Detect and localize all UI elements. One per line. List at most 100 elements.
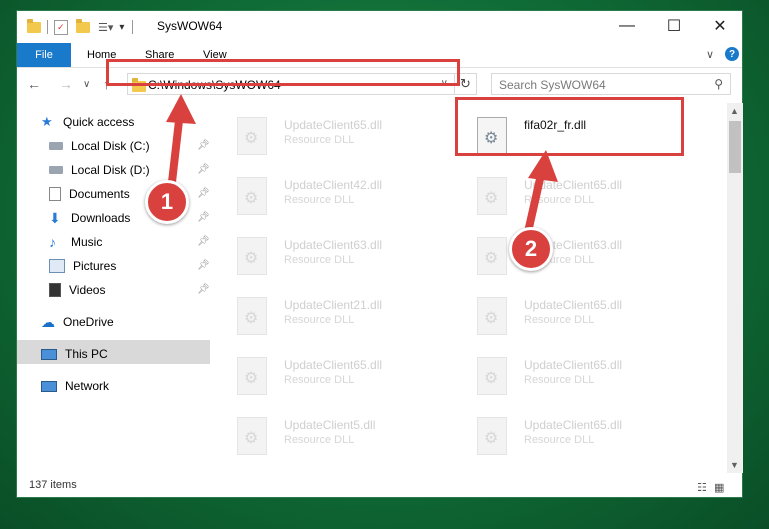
- sidebar-item-label: Pictures: [73, 259, 117, 273]
- file-name: UpdateClient5.dll: [284, 418, 376, 432]
- dll-file-icon: [237, 117, 267, 155]
- chevron-down-icon[interactable]: ▾: [119, 22, 124, 33]
- file-item[interactable]: UpdateClient65.dll Resource DLL: [457, 349, 677, 405]
- file-item[interactable]: UpdateClient63.dll Resource DLL: [217, 229, 437, 285]
- sidebar-item-downloads[interactable]: ⬇ Downloads: [49, 207, 130, 229]
- sidebar-item-label: Downloads: [71, 211, 131, 225]
- file-item[interactable]: UpdateClient65.dll Resource DLL: [217, 109, 437, 165]
- pin-icon: 📌︎: [197, 188, 210, 199]
- file-name: UpdateClient65.dll: [524, 358, 623, 372]
- sidebar-item-label: Quick access: [63, 115, 135, 129]
- file-name: UpdateClient65.dll: [524, 418, 623, 432]
- dll-file-icon: [237, 177, 267, 215]
- drive-icon: [49, 166, 63, 174]
- network-icon: [41, 380, 57, 392]
- search-placeholder: Search SysWOW64: [499, 78, 606, 92]
- scroll-thumb[interactable]: [729, 121, 741, 173]
- scroll-down-icon[interactable]: ▼: [730, 460, 739, 470]
- file-item[interactable]: UpdateClient5.dll Resource DLL: [217, 409, 437, 465]
- file-type: Resource DLL: [284, 374, 355, 386]
- sidebar-item-pictures[interactable]: Pictures: [49, 255, 116, 277]
- dll-file-icon: [237, 417, 267, 455]
- file-name: UpdateClient42.dll: [284, 178, 383, 192]
- toolbar-divider: [47, 20, 48, 34]
- file-highlight-frame: [455, 97, 684, 156]
- file-type: Resource DLL: [524, 434, 595, 446]
- pin-icon: 📌︎: [197, 284, 210, 295]
- dll-file-icon: [237, 297, 267, 335]
- sidebar-item-this-pc[interactable]: This PC: [41, 343, 108, 365]
- ribbon-expand-icon[interactable]: ∨: [706, 48, 714, 61]
- sidebar-item-label: Local Disk (D:): [71, 163, 150, 177]
- file-item[interactable]: UpdateClient42.dll Resource DLL: [217, 169, 437, 225]
- file-type: Resource DLL: [524, 374, 595, 386]
- file-item[interactable]: UpdateClient21.dll Resource DLL: [217, 289, 437, 345]
- dll-file-icon: [237, 237, 267, 275]
- sidebar-item-label: Local Disk (C:): [71, 139, 150, 153]
- folder-icon[interactable]: [27, 18, 41, 33]
- view-toggle: ☷ ▦: [697, 481, 724, 494]
- search-icon: ⚲: [714, 77, 723, 91]
- sidebar-item-quick-access[interactable]: ★ Quick access: [41, 111, 134, 133]
- pin-icon: 📌︎: [197, 260, 210, 271]
- tab-file[interactable]: File: [17, 43, 71, 67]
- file-name: UpdateClient65.dll: [284, 118, 383, 132]
- toolbar-divider: [132, 20, 134, 34]
- file-item[interactable]: UpdateClient63.dll Resource DLL: [457, 229, 677, 285]
- sidebar-item-local-disk-d[interactable]: Local Disk (D:): [49, 159, 150, 181]
- sidebar-item-label: Music: [71, 235, 103, 249]
- file-item[interactable]: UpdateClient65.dll Resource DLL: [457, 169, 677, 225]
- vertical-scrollbar[interactable]: ▲ ▼: [727, 103, 743, 473]
- file-name: UpdateClient21.dll: [284, 298, 383, 312]
- pin-icon: 📌︎: [197, 164, 210, 175]
- documents-icon: [49, 187, 61, 201]
- drive-icon: [49, 142, 63, 150]
- properties-icon[interactable]: ✓: [54, 19, 68, 35]
- help-icon[interactable]: ?: [725, 47, 739, 61]
- music-icon: ♪: [49, 234, 56, 250]
- pin-icon: 📌︎: [197, 236, 210, 247]
- star-icon: ★: [41, 114, 53, 129]
- window-title: SysWOW64: [157, 19, 223, 33]
- forward-button[interactable]: →: [59, 76, 73, 92]
- customize-icon[interactable]: ☰▾: [98, 21, 113, 34]
- large-icons-view-icon[interactable]: ▦: [714, 482, 724, 494]
- file-item[interactable]: UpdateClient65.dll Resource DLL: [457, 289, 677, 345]
- file-item[interactable]: UpdateClient65.dll Resource DLL: [217, 349, 437, 405]
- file-item[interactable]: UpdateClient65.dll Resource DLL: [457, 409, 677, 465]
- details-view-icon[interactable]: ☷: [697, 482, 707, 494]
- maximize-button[interactable]: ☐: [651, 11, 697, 41]
- navigation-pane: ★ Quick access Local Disk (C:) 📌︎ Local …: [17, 103, 212, 473]
- sidebar-item-music[interactable]: ♪ Music: [49, 231, 102, 253]
- file-type: Resource DLL: [524, 194, 595, 206]
- download-icon: ⬇: [49, 210, 61, 226]
- dll-file-icon: [477, 417, 507, 455]
- sidebar-item-onedrive[interactable]: ☁ OneDrive: [41, 311, 114, 333]
- search-input[interactable]: Search SysWOW64 ⚲: [491, 73, 731, 95]
- sidebar-item-network[interactable]: Network: [41, 375, 109, 397]
- new-folder-icon[interactable]: [76, 18, 90, 33]
- file-name: UpdateClient63.dll: [284, 238, 383, 252]
- sidebar-item-videos[interactable]: Videos: [49, 279, 105, 301]
- dll-file-icon: [477, 237, 507, 275]
- file-name: UpdateClient65.dll: [524, 178, 623, 192]
- sidebar-item-documents[interactable]: Documents: [49, 183, 130, 205]
- videos-icon: [49, 283, 61, 297]
- recent-locations-button[interactable]: ∨: [83, 79, 90, 90]
- file-name: UpdateClient65.dll: [524, 298, 623, 312]
- address-highlight-frame: [106, 59, 460, 86]
- sidebar-item-local-disk-c[interactable]: Local Disk (C:): [49, 135, 150, 157]
- close-button[interactable]: ✕: [697, 11, 743, 41]
- sidebar-item-label: Videos: [69, 283, 106, 297]
- file-type: Resource DLL: [284, 254, 355, 266]
- dll-file-icon: [477, 297, 507, 335]
- scroll-up-icon[interactable]: ▲: [730, 106, 739, 116]
- minimize-button[interactable]: —: [604, 11, 650, 41]
- file-list: UpdateClient65.dll Resource DLL fifa02r_…: [217, 103, 727, 473]
- sidebar-item-label: This PC: [65, 347, 108, 361]
- computer-icon: [41, 348, 57, 360]
- file-type: Resource DLL: [284, 134, 355, 146]
- pin-icon: 📌︎: [197, 140, 210, 151]
- back-button[interactable]: ←: [27, 76, 41, 92]
- pictures-icon: [49, 259, 65, 273]
